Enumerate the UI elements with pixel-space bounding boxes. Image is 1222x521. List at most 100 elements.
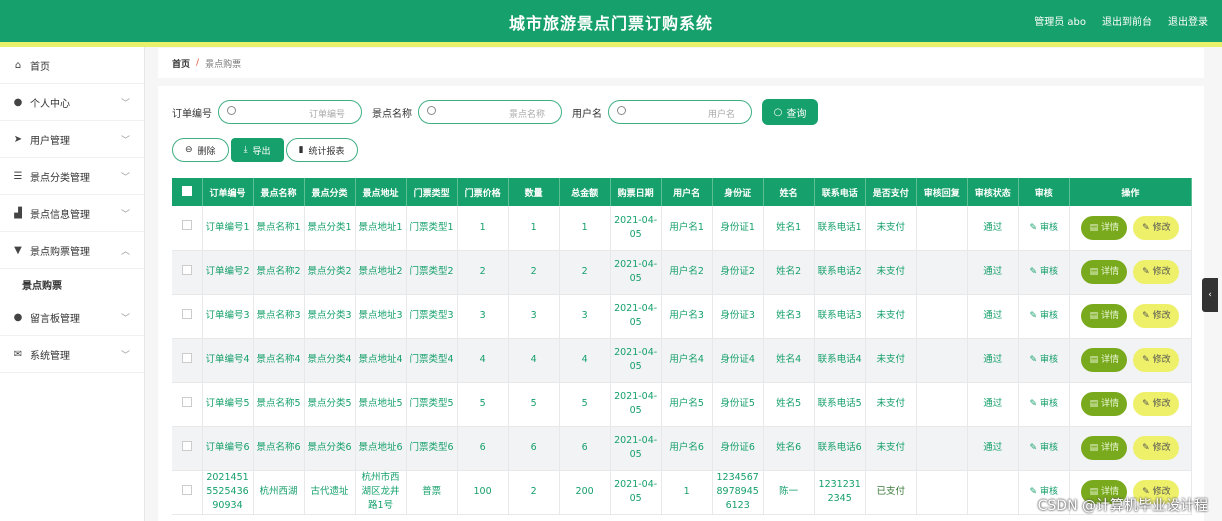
user-search-input[interactable]: 用户名 [608,100,752,124]
table-cell: 4 [457,338,509,383]
breadcrumb-home[interactable]: 首页 [172,57,190,70]
actions-cell: ▤ 详情 ✎ 修改 [1069,206,1192,251]
sidebar-item-tickets[interactable]: ▼ 景点购票管理 ︿ [0,232,144,269]
sidebar-subitem-tickets[interactable]: 景点购票 [0,269,144,299]
spot-search-input[interactable]: 景点名称 [418,100,562,124]
edit-button[interactable]: ✎ 修改 [1133,436,1180,460]
row-checkbox[interactable] [181,484,192,495]
select-all-cell[interactable] [172,178,203,206]
audit-link[interactable]: ✎ 审核 [1030,267,1058,277]
detail-label: 详情 [1101,355,1120,365]
sidebar-item-messages[interactable]: ● 留言板管理 ﹀ [0,299,144,336]
order-label: 订单编号 [172,108,212,120]
row-checkbox[interactable] [181,264,192,275]
audit-link[interactable]: ✎ 审核 [1030,399,1058,409]
table-cell: 6 [508,426,560,471]
detail-button[interactable]: ▤ 详情 [1081,304,1128,328]
column-header: 姓名 [763,178,815,206]
row-checkbox[interactable] [181,440,192,451]
edit-pen-icon: ✎ [1029,311,1040,321]
table-row: 订单编号6 景点名称6 景点分类6 景点地址6 门票类型6 6 6 6 2021-04-05 用户… [172,426,1192,471]
row-checkbox[interactable] [181,396,192,407]
table-cell [916,294,968,339]
detail-button[interactable]: ▤ 详情 [1081,392,1128,416]
row-select-cell[interactable] [172,382,203,427]
sidebar-item-home[interactable]: ⌂ 首页 [0,47,144,84]
detail-button[interactable]: ▤ 详情 [1081,215,1128,240]
audit-label: 审核 [1039,399,1058,409]
back-to-front-link[interactable]: 退出到前台 [1102,13,1152,28]
edit-button[interactable]: ✎ 修改 [1133,392,1180,416]
table-cell: 景点分类4 [304,338,356,383]
table-cell: 景点名称4 [253,338,305,383]
orders-table: 订单编号 景点名称 景点分类 景点地址 门票类型 门票价格 数量 总金额 购票日… [172,178,1192,515]
table-row: 订单编号5 景点名称5 景点分类5 景点地址5 门票类型5 5 5 5 2021-04-05 用户… [172,382,1192,427]
edit-button[interactable]: ✎ 修改 [1133,260,1180,284]
audit-link[interactable]: ✎ 审核 [1030,223,1058,233]
table-cell: 景点地址6 [355,426,407,471]
detail-button[interactable]: ▤ 详情 [1081,436,1128,460]
audit-link[interactable]: ✎ 审核 [1030,443,1058,453]
edit-pen-icon: ✎ [1029,222,1040,233]
query-button[interactable]: ○ 查询 [762,99,818,125]
detail-label: 详情 [1101,399,1120,409]
logout-link[interactable]: 退出登录 [1168,13,1208,28]
row-select-cell[interactable] [172,206,203,251]
table-cell: 2021-04-05 [610,470,662,515]
sidebar-item-profile[interactable]: ● 个人中心 ﹀ [0,84,144,121]
edit-button[interactable]: ✎ 修改 [1133,304,1180,328]
sidebar-item-category[interactable]: ☰ 景点分类管理 ﹀ [0,158,144,195]
table-cell: 身份证6 [712,426,764,471]
edit-button[interactable]: ✎ 修改 [1133,215,1180,240]
row-checkbox[interactable] [181,352,192,363]
table-cell: 景点分类6 [304,426,356,471]
table-cell: 用户名6 [661,426,713,471]
row-select-cell[interactable] [172,294,203,339]
table-cell: 通过 [967,206,1019,251]
export-button[interactable]: ⤓ 导出 [230,138,284,162]
sidebar-item-system[interactable]: ✉ 系统管理 ﹀ [0,336,144,373]
audit-link[interactable]: ✎ 审核 [1030,311,1058,321]
row-select-cell[interactable] [172,426,203,471]
audit-link[interactable]: ✎ 审核 [1030,355,1058,365]
table-cell: 未支付 [865,426,917,471]
watermark: CSDN @计算机毕业设计程 [1037,498,1208,514]
row-select-cell[interactable] [172,338,203,383]
table-cell: 2 [457,250,509,295]
table-cell [916,338,968,383]
stats-button[interactable]: ▮ 统计报表 [285,138,358,162]
edit-pen-icon: ✎ [1142,443,1153,453]
column-header: 审核状态 [967,178,1019,206]
side-collapse-tab[interactable]: ‹ [1202,278,1218,312]
delete-button[interactable]: ⊖ 删除 [172,138,229,162]
table-cell: 门票类型5 [406,382,458,427]
detail-button[interactable]: ▤ 详情 [1081,260,1128,284]
select-all-checkbox[interactable] [181,185,192,196]
table-cell: 景点名称1 [253,206,305,251]
order-search-input[interactable]: 订单编号 [218,100,362,124]
audit-label: 审核 [1039,267,1058,277]
breadcrumb: 首页 / 景点购票 [158,48,1204,78]
sidebar-item-spot-info[interactable]: ▟ 景点信息管理 ﹀ [0,195,144,232]
actions-cell: ▤ 详情 ✎ 修改 [1069,426,1192,471]
table-cell: 通过 [967,382,1019,427]
table-cell: 身份证4 [712,338,764,383]
table-cell: 门票类型4 [406,338,458,383]
user-label: 用户名 [572,108,602,120]
table-cell: 联系电话5 [814,382,866,427]
row-select-cell[interactable] [172,250,203,295]
search-icon [227,106,236,115]
row-checkbox[interactable] [181,308,192,319]
audit-cell: ✎ 审核 [1018,382,1070,427]
table-cell: 联系电话3 [814,294,866,339]
row-checkbox[interactable] [181,220,192,231]
table-cell: 3 [559,294,611,339]
table-cell: 2 [559,250,611,295]
sidebar-item-users[interactable]: ➤ 用户管理 ﹀ [0,121,144,158]
table-row: 订单编号1 景点名称1 景点分类1 景点地址1 门票类型1 1 1 1 2021-04-05 用户… [172,206,1192,251]
table-cell: 普票 [406,470,458,515]
edit-button[interactable]: ✎ 修改 [1133,348,1180,372]
user-placeholder: 用户名 [707,110,735,120]
row-select-cell[interactable] [172,470,203,515]
detail-button[interactable]: ▤ 详情 [1081,348,1128,372]
